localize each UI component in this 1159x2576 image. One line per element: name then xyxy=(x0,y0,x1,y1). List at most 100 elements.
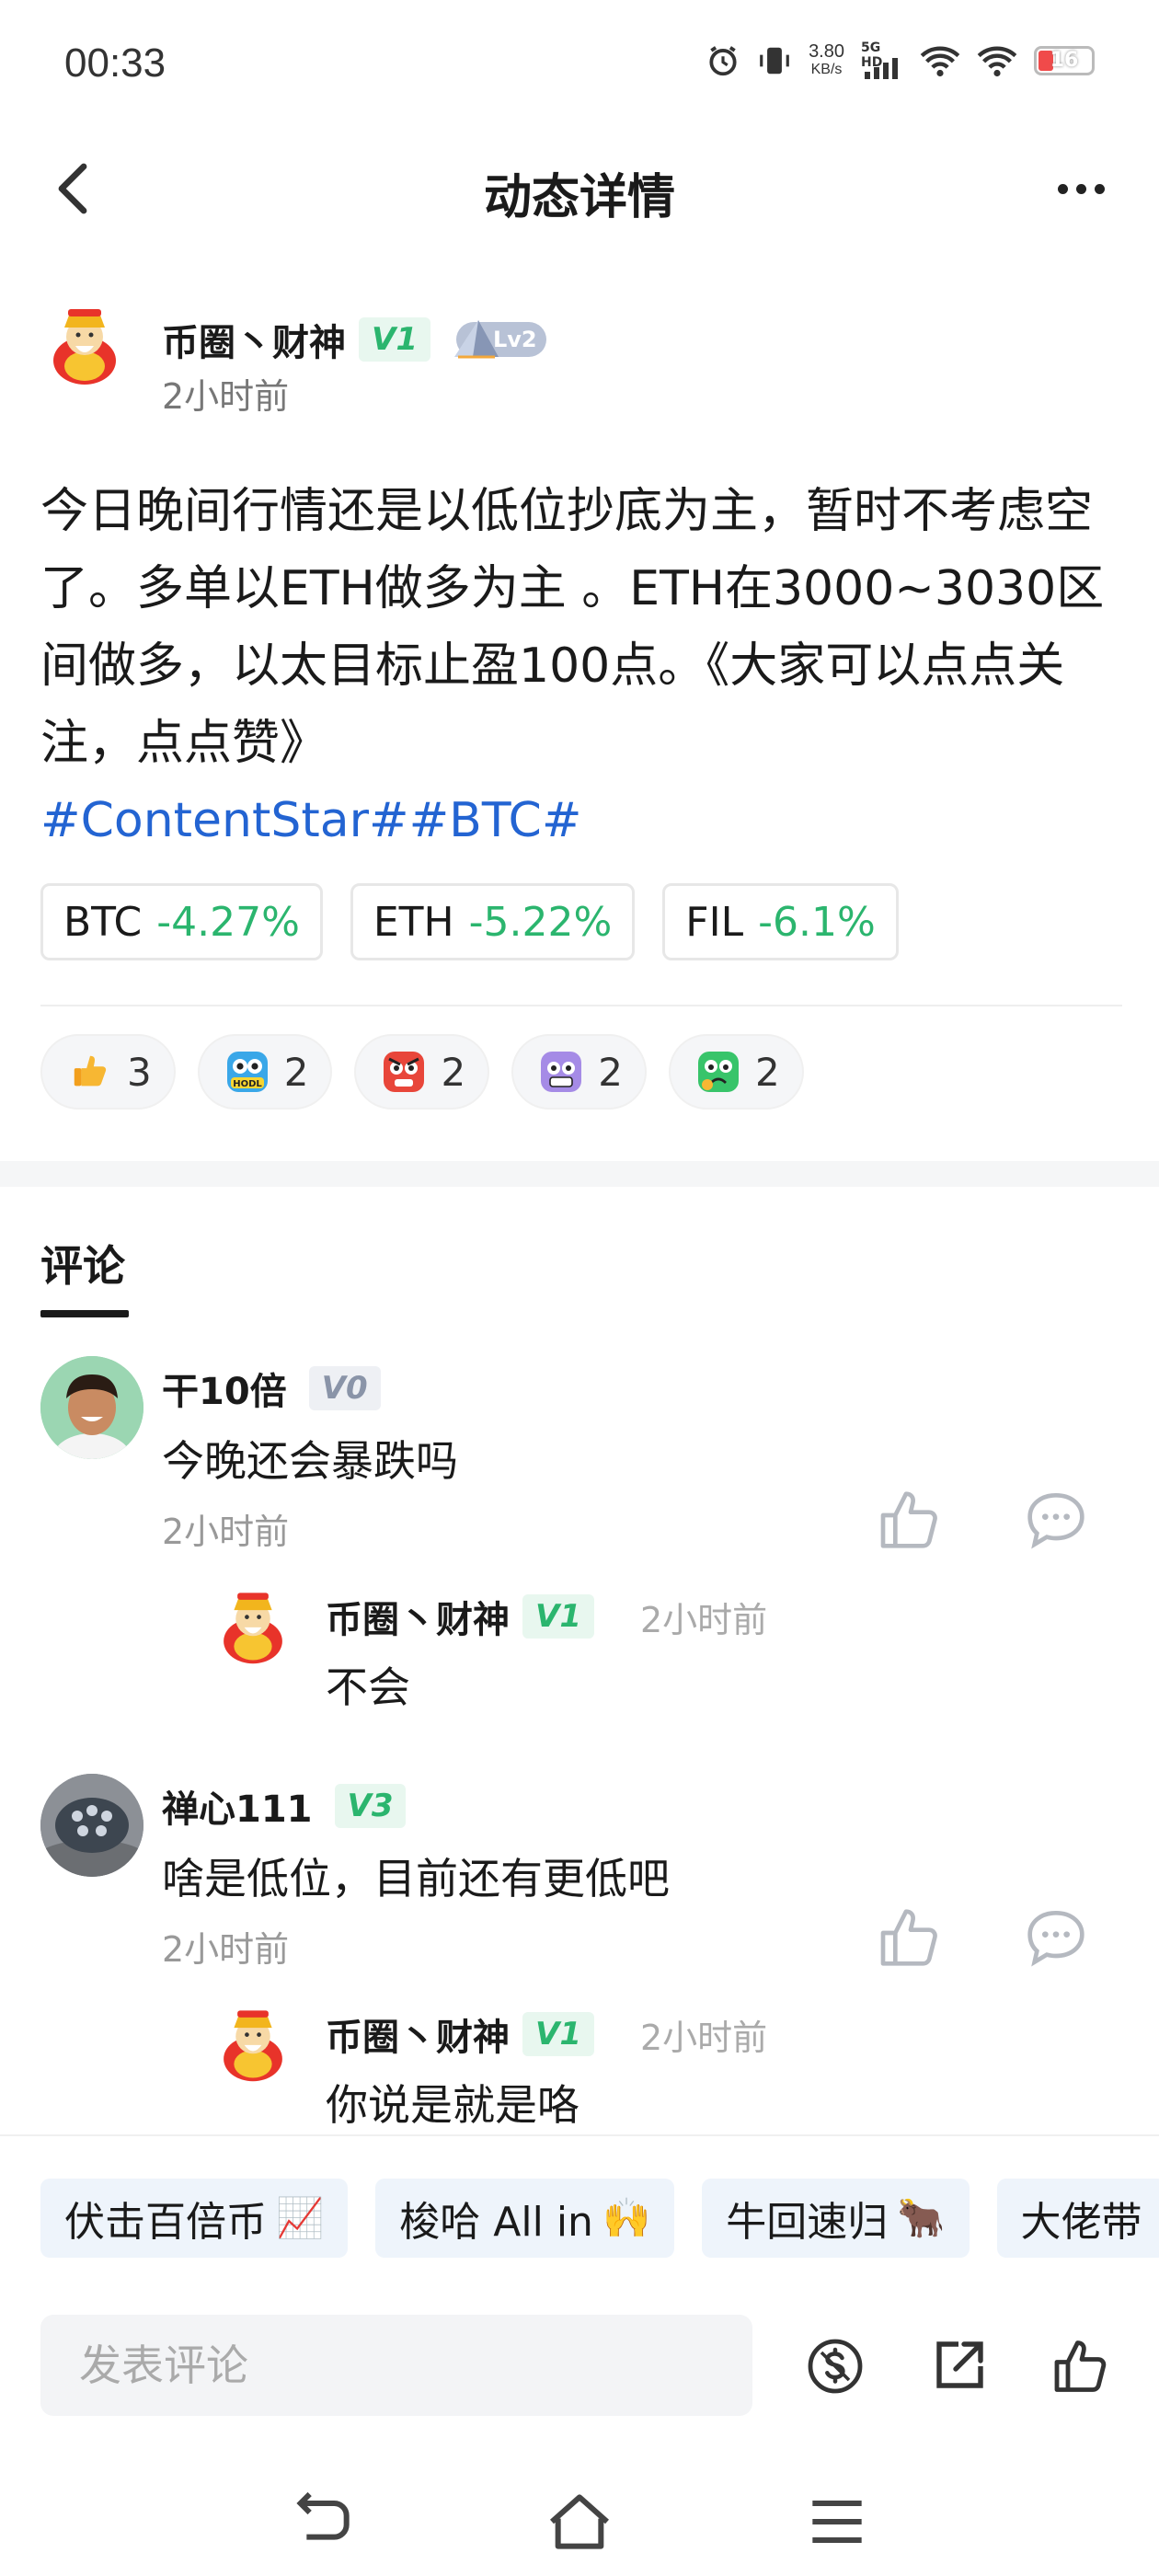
reaction-angry[interactable]: 2 xyxy=(354,1034,490,1110)
commenter-name[interactable]: 禅心111 xyxy=(162,1779,313,1833)
coin-symbol: ETH xyxy=(373,898,454,946)
commenter-name-row: 干10倍 V0 xyxy=(162,1362,381,1415)
reply-name-row: 币圈丶财神 V1 2小时前 xyxy=(326,2007,767,2061)
angry-emoji-icon xyxy=(380,1048,428,1096)
thumbs-up-emoji-icon xyxy=(66,1048,114,1096)
reaction-sick[interactable]: 2 xyxy=(668,1034,804,1110)
wifi-icon xyxy=(920,46,960,77)
verify-badge: V3 xyxy=(334,1784,407,1828)
menu-icon xyxy=(812,2501,862,2543)
nav-back-button[interactable] xyxy=(285,2490,359,2554)
chat-bubble-icon xyxy=(1027,1910,1084,1967)
thumbs-up-icon xyxy=(1054,2340,1107,2392)
comment-item: 干10倍 V0 今晚还会暴跌吗 2小时前 币圈丶财神 V1 2小时前 不会 xyxy=(40,1356,1126,1724)
reply-time: 2小时前 xyxy=(639,2017,768,2058)
coin-tag-btc[interactable]: BTC -4.27% xyxy=(40,883,323,960)
status-time: 00:33 xyxy=(64,40,166,86)
reply-item: 币圈丶财神 V1 2小时前 你说是就是咯 xyxy=(212,2002,1131,2131)
reaction-hodl[interactable]: HODL 2 xyxy=(197,1034,333,1110)
quick-reply-chip[interactable]: 牛回速归 🐂 xyxy=(702,2179,970,2258)
quick-reply-label: 大佬带 xyxy=(1020,2199,1142,2246)
quick-reply-label: 梭哈 All in xyxy=(399,2199,593,2246)
coin-change: -4.27% xyxy=(156,898,300,946)
comment-time: 2小时前 xyxy=(162,1512,290,1552)
more-options-button[interactable] xyxy=(1039,156,1122,221)
reply-avatar[interactable] xyxy=(212,2002,294,2085)
post-text: 今日晚间行情还是以低位抄底为主，暂时不考虑空了。多单以ETH做多为主 。ETH在… xyxy=(40,484,1105,771)
comment-text: 今晚还会暴跌吗 xyxy=(162,1436,458,1486)
level-mountain-icon xyxy=(453,320,499,359)
comment-like-button[interactable] xyxy=(874,1901,947,1974)
svg-text:HODL: HODL xyxy=(233,1079,262,1089)
verify-badge: V0 xyxy=(308,1366,381,1410)
quick-reply-chip[interactable]: 大佬带 xyxy=(996,2179,1159,2258)
scared-emoji-icon xyxy=(537,1048,585,1096)
thumbs-up-icon xyxy=(880,1909,937,1966)
author-name-row: 币圈丶财神 V1 Lv2 xyxy=(162,313,546,366)
tip-coin-button[interactable] xyxy=(802,2333,868,2399)
tab-comments[interactable]: 评论 xyxy=(40,1233,125,1294)
bottom-panel: 伏击百倍币 📈 梭哈 All in 🙌 牛回速归 🐂 大佬带 xyxy=(0,2134,1159,2576)
author-avatar[interactable] xyxy=(40,300,129,388)
chart-up-emoji-icon: 📈 xyxy=(276,2195,325,2240)
commenter-avatar[interactable] xyxy=(40,1774,143,1877)
reply-author-name[interactable]: 币圈丶财神 xyxy=(326,2007,510,2061)
post-time: 2小时前 xyxy=(162,376,290,417)
share-button[interactable] xyxy=(925,2333,992,2399)
reply-author-name[interactable]: 币圈丶财神 xyxy=(326,1590,510,1643)
commenter-name-row: 禅心111 V3 xyxy=(162,1779,407,1833)
comment-time: 2小时前 xyxy=(162,1929,290,1970)
reaction-count: 2 xyxy=(441,1049,466,1095)
tortoise-avatar-icon xyxy=(40,1774,143,1877)
reply-time: 2小时前 xyxy=(639,1599,768,1640)
net-speed: 3.80 KB/s xyxy=(809,41,844,77)
comment-input-row xyxy=(40,2315,1126,2416)
reaction-scared[interactable]: 2 xyxy=(511,1034,647,1110)
commenter-name[interactable]: 干10倍 xyxy=(162,1362,287,1415)
coin-symbol: BTC xyxy=(63,898,143,946)
level-badge: Lv2 xyxy=(453,320,546,359)
coin-tag-eth[interactable]: ETH -5.22% xyxy=(350,883,636,960)
sick-emoji-icon xyxy=(694,1048,742,1096)
coin-tag-fil[interactable]: FIL -6.1% xyxy=(662,883,899,960)
post-author: 币圈丶财神 V1 Lv2 2小时前 xyxy=(40,300,1126,417)
status-bar: 00:33 3.80 KB/s 5G HD 16 xyxy=(0,0,1159,138)
tab-underline xyxy=(40,1310,129,1317)
reply-name-row: 币圈丶财神 V1 2小时前 xyxy=(326,1590,767,1643)
comment-input[interactable] xyxy=(40,2315,752,2416)
nav-home-button[interactable] xyxy=(543,2490,616,2554)
reaction-count: 2 xyxy=(598,1049,623,1095)
nav-menu-button[interactable] xyxy=(800,2490,874,2554)
back-arrow-icon xyxy=(296,2491,350,2540)
top-bar: 动态详情 xyxy=(0,138,1159,239)
vibrate-icon xyxy=(760,47,789,75)
quick-reply-chip[interactable]: 伏击百倍币 📈 xyxy=(40,2179,349,2258)
comment-item: 禅心111 V3 啥是低位，目前还有更低吧 2小时前 币圈丶财神 V1 2小时前… xyxy=(40,1774,1126,2133)
alarm-icon xyxy=(709,46,737,76)
chat-bubble-icon xyxy=(1027,1492,1084,1549)
reaction-thumbs-up[interactable]: 3 xyxy=(40,1034,176,1110)
person-avatar-icon xyxy=(40,1356,143,1459)
quick-reply-chip[interactable]: 梭哈 All in 🙌 xyxy=(375,2179,675,2258)
reply-item: 币圈丶财神 V1 2小时前 不会 xyxy=(212,1584,1131,1713)
comment-reply-button[interactable] xyxy=(1019,1483,1093,1557)
section-separator xyxy=(0,1161,1159,1187)
fortune-god-avatar-icon xyxy=(224,2010,282,2082)
reply-avatar[interactable] xyxy=(212,1584,294,1667)
commenter-avatar[interactable] xyxy=(40,1356,143,1459)
page-title: 动态详情 xyxy=(483,170,675,225)
coin-change: -6.1% xyxy=(758,898,876,946)
raised-hands-emoji-icon: 🙌 xyxy=(602,2195,651,2240)
divider xyxy=(40,1005,1122,1006)
author-name[interactable]: 币圈丶财神 xyxy=(162,313,346,366)
fortune-god-avatar-icon xyxy=(53,309,116,385)
ox-emoji-icon: 🐂 xyxy=(897,2195,946,2240)
reaction-count: 2 xyxy=(283,1049,309,1095)
coin-change: -5.22% xyxy=(468,898,613,946)
comment-like-button[interactable] xyxy=(874,1483,947,1557)
verify-badge: V1 xyxy=(522,1594,594,1639)
post-hashtags[interactable]: #ContentStar##BTC# xyxy=(40,784,581,857)
like-post-button[interactable] xyxy=(1049,2333,1115,2399)
comment-reply-button[interactable] xyxy=(1019,1901,1093,1974)
coin-symbol: FIL xyxy=(685,898,744,946)
